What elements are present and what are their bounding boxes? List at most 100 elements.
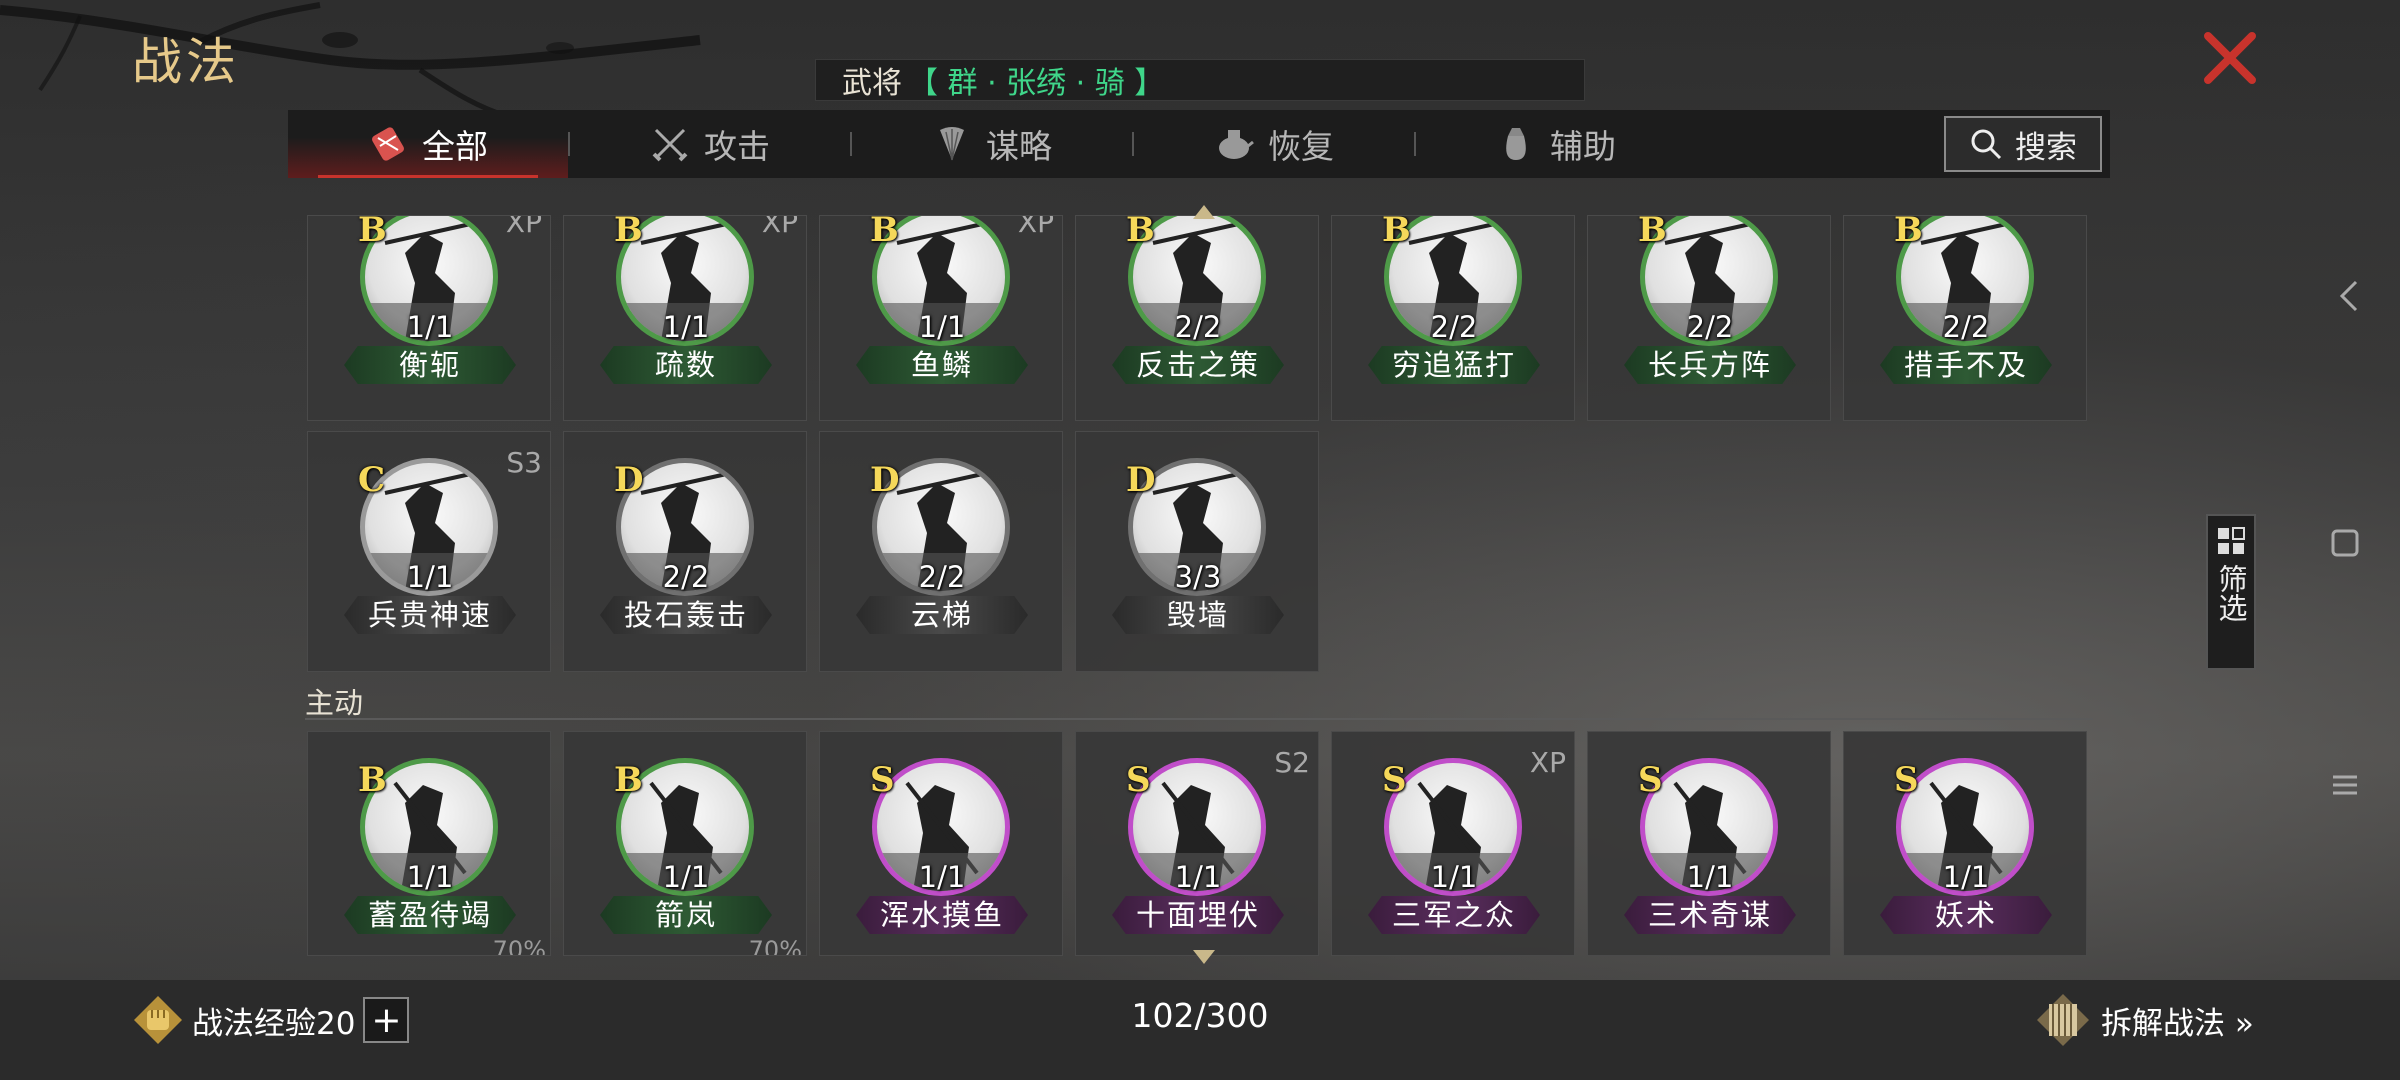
skill-card[interactable]: B 1/1 蓄盈待竭 70%	[307, 731, 551, 956]
grade-badge: S	[1638, 760, 1663, 800]
skill-count: 3/3	[1174, 560, 1222, 594]
tab-support-label: 辅助	[1550, 127, 1616, 166]
general-value: 【 群 · 张绣 · 骑 】	[908, 66, 1165, 101]
skill-count: 1/1	[1942, 860, 1990, 894]
grade-badge: D	[870, 460, 900, 500]
skill-count: 2/2	[1686, 310, 1734, 344]
skill-name: 云梯	[856, 596, 1028, 634]
skill-card[interactable]: B 2/2 反击之策	[1075, 215, 1319, 421]
skill-count: 2/2	[1174, 310, 1222, 344]
tab-attack[interactable]: 攻击	[570, 110, 850, 178]
grade-badge: S	[1382, 760, 1407, 800]
tab-all[interactable]: 全部	[288, 110, 568, 178]
grade-badge: D	[614, 460, 644, 500]
page-title: 战法	[132, 33, 240, 91]
skill-card[interactable]: B 1/1 箭岚 70%	[563, 731, 807, 956]
grade-badge: S	[870, 760, 895, 800]
skill-exp-label: 战法经验20	[192, 1005, 356, 1042]
close-icon[interactable]	[2200, 28, 2260, 88]
grade-badge: B	[1382, 215, 1411, 250]
skill-card[interactable]: B 2/2 措手不及	[1843, 215, 2087, 421]
feather-fan-icon	[940, 127, 964, 161]
grade-badge: B	[614, 760, 643, 800]
crossed-swords-icon	[652, 128, 688, 162]
skill-name: 投石轰击	[600, 596, 772, 634]
tab-all-label: 全部	[422, 127, 488, 166]
search-icon	[1971, 129, 2002, 160]
menu-nav-icon[interactable]	[2330, 770, 2360, 800]
section-divider	[305, 718, 2093, 720]
skill-count: 1/1	[1686, 860, 1734, 894]
skill-card[interactable]: D 2/2 云梯	[819, 431, 1063, 672]
skill-card[interactable]: S S2 1/1 十面埋伏	[1075, 731, 1319, 956]
dismantle-skill-button[interactable]: 拆解战法 »	[2035, 992, 2254, 1048]
skill-count: 2/2	[662, 560, 710, 594]
tab-recover[interactable]: 恢复	[1134, 110, 1414, 178]
grade-badge: C	[358, 460, 386, 500]
add-exp-button[interactable]: +	[363, 997, 410, 1043]
skill-count: 1/1	[918, 860, 966, 894]
tab-attack-label: 攻击	[704, 127, 770, 166]
skill-name: 长兵方阵	[1624, 346, 1796, 384]
back-nav-icon[interactable]	[2334, 278, 2364, 314]
grade-badge: B	[358, 215, 387, 250]
skill-card[interactable]: B 2/2 长兵方阵	[1587, 215, 1831, 421]
tab-strategy-label: 谋略	[986, 127, 1052, 166]
pouch-icon	[1506, 128, 1526, 160]
skill-tag: XP	[761, 215, 798, 239]
skill-tag: S2	[1274, 746, 1310, 779]
grid-icon	[2218, 527, 2245, 554]
skill-name: 浑水摸鱼	[856, 896, 1028, 934]
skill-card[interactable]: S 1/1 浑水摸鱼	[819, 731, 1063, 956]
scroll-down-indicator	[1193, 950, 1215, 964]
skill-progress-percent: 70%	[748, 936, 802, 956]
skill-capacity: 102/300	[1131, 996, 1269, 1035]
grade-badge: B	[1894, 215, 1923, 250]
skill-name: 十面埋伏	[1112, 896, 1284, 934]
grade-badge: B	[614, 215, 643, 250]
skill-count: 1/1	[662, 860, 710, 894]
skill-name: 箭岚	[600, 896, 772, 934]
grade-badge: D	[1126, 460, 1156, 500]
skill-count: 1/1	[918, 310, 966, 344]
tab-support[interactable]: 辅助	[1416, 110, 1696, 178]
filter-button[interactable]: 筛选	[2206, 514, 2256, 670]
skill-count: 1/1	[406, 860, 454, 894]
general-prefix: 武将	[842, 66, 902, 101]
skill-card[interactable]: B XP 1/1 疏数	[563, 215, 807, 421]
skill-card[interactable]: D 3/3 毁墙	[1075, 431, 1319, 672]
grade-badge: B	[358, 760, 387, 800]
skill-card[interactable]: B 2/2 穷追猛打	[1331, 215, 1575, 421]
home-nav-icon[interactable]	[2330, 528, 2360, 558]
skill-name: 鱼鳞	[856, 346, 1028, 384]
search-label: 搜索	[2015, 129, 2077, 166]
skill-card[interactable]: D 2/2 投石轰击	[563, 431, 807, 672]
skill-card[interactable]: S 1/1 三术奇谋	[1587, 731, 1831, 956]
medicine-pot-icon	[1219, 130, 1254, 159]
tab-recover-label: 恢复	[1268, 127, 1334, 166]
grade-badge: B	[1126, 215, 1155, 250]
skill-card[interactable]: C S3 1/1 兵贵神速	[307, 431, 551, 672]
fist-icon	[134, 996, 182, 1044]
skill-name: 蓄盈待竭	[344, 896, 516, 934]
tab-bar: 全部 攻击 谋略 恢复 辅助 搜索	[288, 110, 2110, 178]
skill-card[interactable]: S 1/1 妖术	[1843, 731, 2087, 956]
grade-badge: S	[1894, 760, 1919, 800]
skill-name: 疏数	[600, 346, 772, 384]
skill-tag: S3	[506, 446, 542, 479]
search-button[interactable]: 搜索	[1944, 116, 2102, 172]
grade-badge: B	[1638, 215, 1667, 250]
dismantle-icon	[2037, 994, 2089, 1046]
skill-count: 2/2	[1942, 310, 1990, 344]
skill-count: 1/1	[406, 560, 454, 594]
tab-strategy[interactable]: 谋略	[852, 110, 1132, 178]
skill-card[interactable]: B XP 1/1 鱼鳞	[819, 215, 1063, 421]
skill-name: 措手不及	[1880, 346, 2052, 384]
skill-card[interactable]: B XP 1/1 衡轭	[307, 215, 551, 421]
skill-progress-percent: 70%	[492, 936, 546, 956]
skill-name: 穷追猛打	[1368, 346, 1540, 384]
skill-card[interactable]: S XP 1/1 三军之众	[1331, 731, 1575, 956]
skill-name: 反击之策	[1112, 346, 1284, 384]
skill-name: 兵贵神速	[344, 596, 516, 634]
skill-tag: XP	[1529, 746, 1566, 779]
